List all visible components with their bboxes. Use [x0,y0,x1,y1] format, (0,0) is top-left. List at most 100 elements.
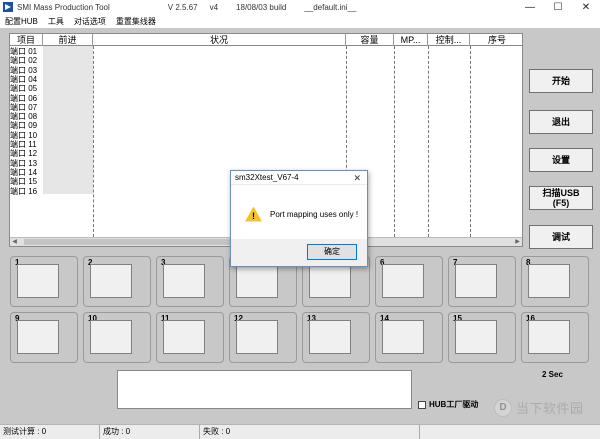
app-icon [3,2,13,12]
progress-column-fill [43,46,93,194]
menu-reset-hub[interactable]: 重置集线器 [111,16,161,27]
menu-dialog-options[interactable]: 对话选项 [69,16,111,27]
config-file: __default.ini__ [304,2,357,12]
watermark: D 当下软件园 [494,398,584,417]
exit-button[interactable]: 退出 [529,110,593,134]
dialog-footer: 确定 [231,239,367,266]
warning-icon: ! [245,206,262,222]
port-row[interactable]: 端口 15 [10,177,37,186]
hub-driver-label: HUB工厂驱动 [429,400,479,409]
menu-bar: 配置HUB 工具 对话选项 重置集线器 [0,14,600,28]
port-status-indicator [236,264,278,298]
port-row[interactable]: 端口 16 [10,187,37,196]
app-variant: v4 [209,2,219,12]
port-slot: 9 [10,312,78,363]
status-test-count: 测试计算 : 0 [0,425,100,439]
hub-driver-option[interactable]: HUB工厂驱动 [418,399,478,410]
port-status-indicator [309,320,351,354]
port-status-indicator [236,320,278,354]
dialog-body: ! Port mapping uses only ! [231,186,367,242]
scroll-left-icon[interactable]: ◀ [10,238,19,246]
dialog-title: sm32Xtest_V67-4 [235,173,299,182]
port-slot: 11 [156,312,224,363]
settings-button[interactable]: 设置 [529,148,593,172]
port-row[interactable]: 端口 07 [10,103,37,112]
column-mp[interactable]: MP... [394,34,428,46]
port-status-indicator [309,264,351,298]
port-row[interactable]: 端口 14 [10,168,37,177]
port-row[interactable]: 端口 11 [10,140,37,149]
port-status-indicator [455,320,497,354]
build-date: 18/08/03 build [236,2,287,12]
column-divider [394,46,395,237]
ok-button[interactable]: 确定 [307,244,357,260]
close-icon[interactable]: ✕ [572,0,600,14]
port-row[interactable]: 端口 05 [10,84,37,93]
column-divider [428,46,429,237]
port-slot: 8 [521,256,589,307]
grid-header: 项目 前进 状况 容量 MP... 控制... 序号 [10,34,522,46]
status-fail: 失败 : 0 [200,425,420,439]
port-slot: 3 [156,256,224,307]
app-name: SMI Mass Production Tool [17,2,110,12]
message-box [117,370,412,409]
port-status-indicator [455,264,497,298]
port-status-indicator [17,264,59,298]
port-status-indicator [17,320,59,354]
scan-usb-button[interactable]: 扫描USB (F5) [529,186,593,210]
column-divider [470,46,471,237]
port-row[interactable]: 端口 13 [10,159,37,168]
port-status-indicator [528,320,570,354]
port-slot: 6 [375,256,443,307]
port-row[interactable]: 端口 10 [10,131,37,140]
port-slot: 10 [83,312,151,363]
port-status-indicator [382,320,424,354]
debug-button[interactable]: 调试 [529,225,593,249]
maximize-icon[interactable]: ☐ [544,0,572,14]
port-slot: 1 [10,256,78,307]
port-slot: 16 [521,312,589,363]
column-item[interactable]: 项目 [10,34,43,46]
app-version: V 2.5.67 [167,2,198,12]
menu-tools[interactable]: 工具 [43,16,69,27]
port-row[interactable]: 端口 02 [10,56,37,65]
timer-readout: 2 Sec [542,370,563,379]
scan-usb-shortcut: (F5) [552,198,570,208]
port-row[interactable]: 端口 04 [10,75,37,84]
alert-dialog: sm32Xtest_V67-4 ✕ ! Port mapping uses on… [230,170,368,267]
column-status[interactable]: 状况 [93,34,346,46]
port-slot: 12 [229,312,297,363]
port-slot: 7 [448,256,516,307]
dialog-close-icon[interactable]: ✕ [353,171,361,185]
port-row[interactable]: 端口 01 [10,47,37,56]
scan-usb-label: 扫描USB [542,188,580,198]
port-slot: 2 [83,256,151,307]
minimize-icon[interactable]: — [516,0,544,14]
status-success: 成功 : 0 [100,425,200,439]
column-controller[interactable]: 控制... [428,34,470,46]
port-status-indicator [163,264,205,298]
port-status-indicator [163,320,205,354]
port-row[interactable]: 端口 03 [10,66,37,75]
port-slot: 13 [302,312,370,363]
port-status-indicator [90,264,132,298]
scroll-right-icon[interactable]: ▶ [513,238,522,246]
port-row[interactable]: 端口 08 [10,112,37,121]
column-capacity[interactable]: 容量 [346,34,394,46]
start-button[interactable]: 开始 [529,69,593,93]
port-status-indicator [90,320,132,354]
port-status-indicator [382,264,424,298]
hub-driver-checkbox[interactable] [418,400,426,409]
port-row[interactable]: 端口 06 [10,94,37,103]
port-slot: 15 [448,312,516,363]
dialog-title-bar: sm32Xtest_V67-4 ✕ [231,171,367,185]
menu-config-hub[interactable]: 配置HUB [0,16,43,27]
column-serial[interactable]: 序号 [470,34,522,46]
column-progress[interactable]: 前进 [43,34,93,46]
port-row[interactable]: 端口 12 [10,149,37,158]
watermark-logo-icon: D [494,398,512,417]
port-slot: 14 [375,312,443,363]
port-row[interactable]: 端口 09 [10,121,37,130]
dialog-message: Port mapping uses only ! [270,209,359,219]
column-divider [93,46,94,237]
